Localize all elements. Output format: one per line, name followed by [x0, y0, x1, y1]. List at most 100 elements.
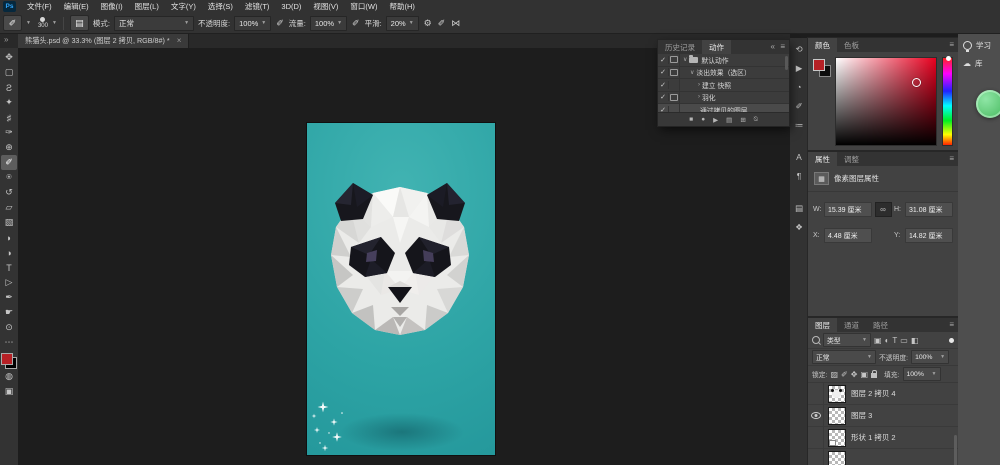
- link-dimensions-icon[interactable]: ∞: [875, 202, 892, 217]
- menu-help[interactable]: 帮助(H): [384, 0, 421, 13]
- layer-thumbnail[interactable]: [828, 451, 846, 465]
- hue-slider[interactable]: [942, 57, 953, 146]
- character-panel-icon[interactable]: A: [792, 151, 806, 163]
- panel-menu-icon[interactable]: ≡: [949, 40, 954, 49]
- expand-icon[interactable]: ∨: [690, 69, 694, 76]
- action-check-icon[interactable]: ✓: [658, 56, 669, 64]
- record-button[interactable]: ●: [701, 116, 705, 123]
- saturation-brightness-field[interactable]: [835, 57, 937, 146]
- tool-blur-tool[interactable]: ◗: [1, 230, 17, 245]
- dialog-toggle[interactable]: [669, 104, 680, 112]
- paragraph-panel-icon[interactable]: ¶: [792, 170, 806, 182]
- brush-settings-panel-icon[interactable]: ✐: [792, 100, 806, 112]
- lock-all-icon[interactable]: [871, 373, 877, 378]
- filter-smart-object-icon[interactable]: ◧: [911, 336, 919, 345]
- brushes-panel-icon[interactable]: ≔: [792, 119, 806, 131]
- tab-history[interactable]: 历史记录: [658, 40, 702, 54]
- layer-row[interactable]: 图层 3: [808, 405, 958, 427]
- panel-menu-icon[interactable]: ≡: [949, 154, 954, 163]
- tool-dodge-tool[interactable]: ◑: [1, 245, 17, 260]
- brush-picker-caret-icon[interactable]: ▼: [52, 20, 57, 26]
- hue-slider-handle[interactable]: [946, 56, 951, 61]
- tool-lasso-tool[interactable]: Ƨ: [1, 80, 17, 95]
- tool-quick-selection-tool[interactable]: ✦: [1, 95, 17, 110]
- panel-menu-icon[interactable]: ≡: [949, 320, 954, 329]
- action-label[interactable]: 通过拷贝的图层: [700, 105, 748, 112]
- action-check-icon[interactable]: ✓: [658, 93, 669, 101]
- toggle-brush-panel-icon[interactable]: ▤: [70, 15, 89, 31]
- tool-pen-tool[interactable]: ✒: [1, 290, 17, 305]
- menu-edit[interactable]: 编辑(E): [58, 0, 95, 13]
- tool-move-tool[interactable]: ✥: [1, 50, 17, 65]
- visibility-toggle[interactable]: [808, 383, 824, 404]
- learn-panel-button[interactable]: 学习: [958, 33, 1000, 51]
- color-swatches[interactable]: [1, 353, 17, 369]
- collapse-panel-icon[interactable]: «: [771, 42, 775, 51]
- action-row[interactable]: ✓ › 建立 快照: [658, 79, 789, 92]
- menu-select[interactable]: 选择(S): [202, 0, 239, 13]
- actions-panel-icon[interactable]: ▶: [792, 62, 806, 74]
- action-label[interactable]: 建立 快照: [702, 80, 731, 90]
- tab-swatches[interactable]: 色板: [837, 38, 866, 52]
- collapse-toolbar-icon[interactable]: »: [4, 35, 8, 44]
- libraries-panel-button[interactable]: ☁ 库: [958, 51, 1000, 69]
- layer-row[interactable]: [808, 449, 958, 465]
- delete-button[interactable]: ⍉: [754, 116, 758, 124]
- menu-filter[interactable]: 滤镜(T): [239, 0, 276, 13]
- action-row[interactable]: ✓ › 羽化: [658, 92, 789, 105]
- info-panel-icon[interactable]: ▤: [792, 202, 806, 214]
- paint-symmetry-icon[interactable]: ⋈: [450, 18, 461, 29]
- menu-3d[interactable]: 3D(D): [275, 0, 307, 13]
- expand-icon[interactable]: ∨: [683, 56, 687, 63]
- filter-pixel-icon[interactable]: ▣: [874, 336, 882, 345]
- blend-mode-select[interactable]: 正常 ▼: [114, 16, 194, 31]
- play-button[interactable]: ▶: [713, 116, 718, 124]
- action-label[interactable]: 默认动作: [701, 55, 728, 65]
- tool-preset-caret-icon[interactable]: ▼: [26, 20, 31, 26]
- tab-color[interactable]: 颜色: [808, 38, 837, 52]
- filter-type-icon[interactable]: T: [892, 336, 897, 345]
- flow-select[interactable]: 100% ▼: [310, 16, 347, 31]
- tool-eyedropper-tool[interactable]: ✑: [1, 125, 17, 140]
- color-picker-ring-icon[interactable]: [912, 78, 921, 87]
- expand-icon[interactable]: ›: [698, 82, 700, 88]
- tool-marquee-tool[interactable]: ▢: [1, 65, 17, 80]
- filter-shape-icon[interactable]: ▭: [900, 336, 908, 345]
- pressure-opacity-icon[interactable]: ✐: [275, 18, 285, 29]
- menu-view[interactable]: 视图(V): [307, 0, 344, 13]
- floating-assistant-button[interactable]: [976, 90, 1000, 118]
- airbrush-icon[interactable]: ✐: [351, 18, 361, 29]
- tool-history-brush-tool[interactable]: ↺: [1, 185, 17, 200]
- visibility-toggle[interactable]: [808, 405, 824, 426]
- filter-toggle-icon[interactable]: [949, 338, 954, 343]
- tool-hand-tool[interactable]: ☛: [1, 305, 17, 320]
- layer-row[interactable]: 图层 2 拷贝 4: [808, 383, 958, 405]
- opacity-select[interactable]: 100% ▼: [234, 16, 271, 31]
- action-row[interactable]: ✓ ∨ 淡出效果（选区）: [658, 67, 789, 80]
- dialog-toggle[interactable]: [669, 67, 680, 79]
- smoothing-select[interactable]: 20% ▼: [386, 16, 419, 31]
- lock-transparent-pixels-icon[interactable]: ▨: [830, 370, 838, 379]
- layer-name[interactable]: 形状 1 拷贝 2: [851, 432, 896, 443]
- lock-position-icon[interactable]: ✥: [851, 370, 858, 379]
- menu-layer[interactable]: 图层(L): [129, 0, 165, 13]
- brush-preset-picker[interactable]: 300: [38, 17, 48, 29]
- dialog-toggle[interactable]: [669, 54, 680, 66]
- action-check-icon[interactable]: ✓: [658, 106, 669, 112]
- stop-button[interactable]: ■: [689, 116, 693, 123]
- layer-row[interactable]: 形状 1 拷贝 2: [808, 427, 958, 449]
- tool-gradient-tool[interactable]: ▧: [1, 215, 17, 230]
- close-tab-icon[interactable]: ×: [177, 36, 182, 45]
- layer-name[interactable]: 图层 3: [851, 410, 872, 421]
- dialog-toggle[interactable]: [669, 92, 680, 104]
- action-check-icon[interactable]: ✓: [658, 68, 669, 76]
- dialog-toggle[interactable]: [669, 79, 680, 91]
- tool-more-tools[interactable]: ⋯: [1, 335, 17, 350]
- new-action-button[interactable]: ⊞: [740, 116, 745, 124]
- screen-mode-button[interactable]: ▣: [1, 384, 17, 399]
- y-field[interactable]: 14.82 厘米: [905, 228, 953, 243]
- layer-blend-mode-select[interactable]: 正常 ▼: [812, 350, 876, 364]
- layer-thumbnail[interactable]: [828, 407, 846, 425]
- menu-file[interactable]: 文件(F): [21, 0, 58, 13]
- active-tool-icon[interactable]: ✐: [3, 15, 22, 31]
